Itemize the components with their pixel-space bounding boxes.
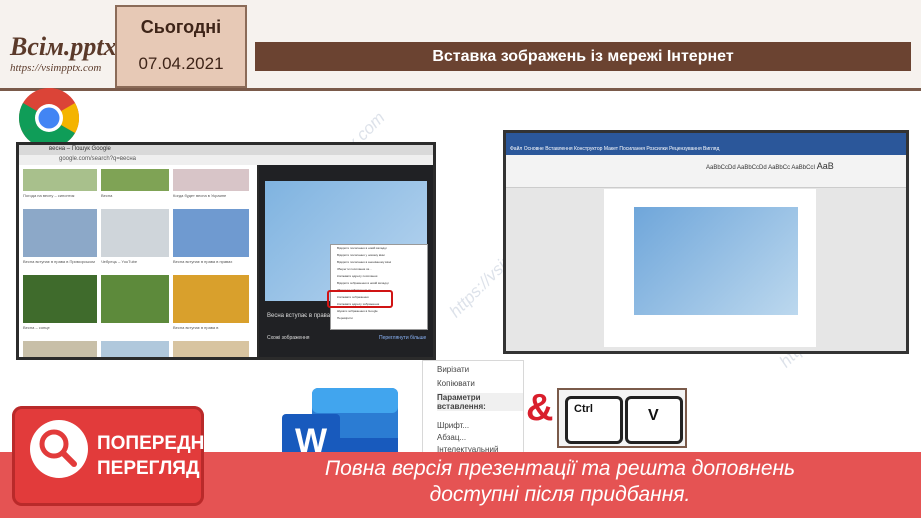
magnifier-icon (30, 420, 88, 478)
thumb-caption: Весна – сонце (23, 325, 50, 330)
highlighted-menu-item (327, 290, 393, 308)
keyboard-shortcut: Ctrl V (557, 388, 687, 448)
ribbon-tab[interactable]: Файл (510, 146, 522, 152)
ribbon-tab[interactable]: Вставлення (545, 146, 572, 152)
ribbon-tab[interactable]: Основне (524, 146, 544, 152)
style-gallery[interactable]: AaBbCcDd AaBbCcDd AaBbCc AaBbCcI AaB (706, 161, 834, 171)
address-bar: google.com/search?q=весна (59, 156, 136, 162)
context-menu-item[interactable]: Відкрити зображення в новій вкладці (337, 281, 389, 285)
context-menu-item[interactable]: Копіювати адресу посилання (337, 274, 377, 278)
ribbon-tab[interactable]: Вигляд (703, 146, 719, 152)
preview-line1: ПОПЕРЕДНІЙ (97, 433, 224, 454)
banner-line1: Повна версія презентації та решта доповн… (324, 457, 796, 480)
context-menu-item[interactable]: Шукати зображення в Google (337, 309, 378, 313)
word-screenshot: Файл Основне Вставлення Конструктор Маке… (503, 130, 909, 354)
menu-font[interactable]: Шрифт... (437, 421, 469, 430)
preview-line2: ПЕРЕГЛЯД (97, 458, 200, 479)
context-menu-item[interactable]: Перевірити (337, 316, 353, 320)
date-label: Сьогодні (140, 17, 222, 37)
slide-title: Вставка зображень із мережі Інтернет (255, 42, 911, 71)
date-box: Сьогодні 07.04.2021 (115, 5, 247, 88)
v-key: V (625, 396, 683, 444)
thumb-caption: Весна вступає в права в (173, 325, 219, 330)
word-ribbon-tabs: Файл Основне Вставлення Конструктор Маке… (510, 146, 719, 152)
ampersand: & (526, 387, 554, 429)
browser-tab: весна – Пошук Google (49, 146, 111, 152)
menu-copy[interactable]: Копіювати (437, 379, 475, 388)
paste-menu: Вирізати Копіювати Параметри вставлення:… (422, 360, 524, 463)
thumb-caption: Весна вступає в права в Приморськом (23, 259, 95, 264)
context-menu-item[interactable]: Відкрити посилання у новому вікні (337, 253, 385, 257)
logo-title: Всім.pptx (10, 32, 117, 61)
logo-url: https://vsimpptx.com (10, 62, 102, 74)
ctrl-key: Ctrl (565, 396, 623, 444)
menu-paragraph[interactable]: Абзац... (437, 433, 466, 442)
thumb-caption: Чебрець – YouTube (101, 259, 138, 264)
ribbon-tab[interactable]: Посилання (619, 146, 645, 152)
banner-line2: доступні після придбання. (429, 483, 691, 506)
thumb-caption: Весна вступає в права в правах (173, 259, 233, 264)
context-menu-item[interactable]: Відкрити посилання в новій вкладці (337, 246, 387, 250)
thumb-caption: Когда будет весна в Украине (173, 193, 227, 198)
chrome-logo-icon (18, 87, 80, 149)
banner-text: Повна версія презентації та решта доповн… (200, 456, 920, 508)
context-menu-item[interactable]: Зберегти посилання як... (337, 267, 372, 271)
panel-more-link[interactable]: Переглянути більше (379, 335, 426, 341)
thumb-caption: Погода на весну – синоптик (23, 193, 75, 198)
ribbon-tab[interactable]: Рецензування (669, 146, 702, 152)
date-value: 07.04.2021 (138, 54, 224, 73)
ribbon-tab[interactable]: Макет (604, 146, 618, 152)
panel-caption: Весна вступає в права в (267, 313, 335, 319)
ribbon-tab[interactable]: Конструктор (574, 146, 603, 152)
thumb-caption: Весна (101, 193, 113, 198)
menu-cut[interactable]: Вирізати (437, 365, 469, 374)
panel-subcaption: Схожі зображення (267, 335, 310, 341)
pasted-image[interactable] (634, 207, 798, 315)
ribbon-tab[interactable]: Розсилки (646, 146, 667, 152)
menu-paste-options: Параметри вставлення: (437, 393, 523, 411)
context-menu: Відкрити посилання в новій вкладці Відкр… (330, 244, 428, 330)
context-menu-item[interactable]: Відкрити посилання в анонімному вікні (337, 260, 391, 264)
